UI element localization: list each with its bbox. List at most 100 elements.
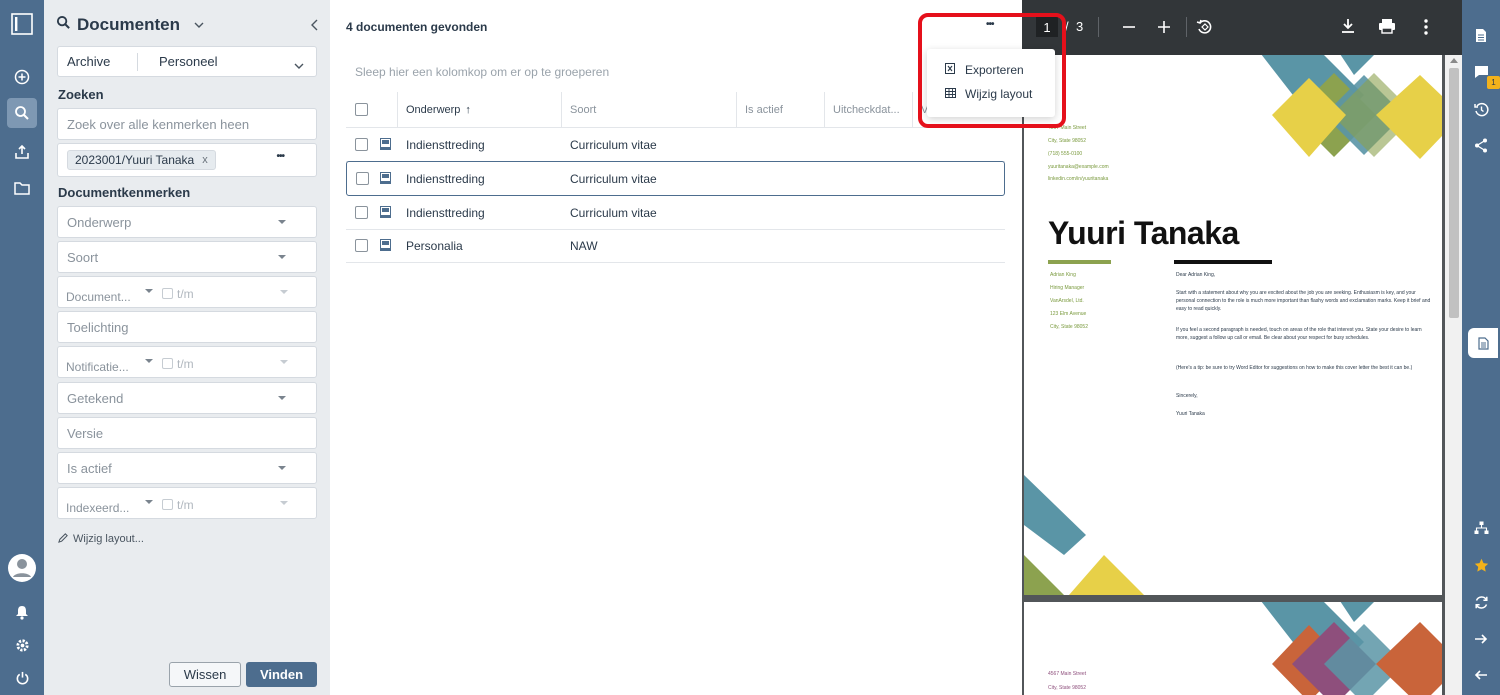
scrollbar-thumb[interactable]: [1449, 68, 1459, 318]
page-total: 3: [1076, 19, 1084, 34]
column-header-soort[interactable]: Soort: [570, 92, 596, 128]
onderwerp-placeholder: Onderwerp: [67, 214, 132, 230]
column-separator: [824, 92, 825, 128]
highlight-annotation: [918, 13, 1066, 128]
archive-chevron-icon: [294, 58, 304, 73]
history-icon[interactable]: [1471, 99, 1491, 119]
preview-tab-icon[interactable]: [1468, 328, 1498, 358]
address-line: linkedin.com/in/yuuritanaka: [1048, 176, 1109, 182]
bell-icon[interactable]: [7, 597, 37, 627]
search-icon[interactable]: [7, 98, 37, 128]
table-row[interactable]: Indiensttreding Curriculum vitae: [346, 196, 1005, 230]
table-row-selected[interactable]: Indiensttreding Curriculum vitae: [346, 161, 1005, 196]
refresh-icon[interactable]: [1471, 592, 1491, 612]
column-header-uitcheckdatum[interactable]: Uitcheckdat...: [833, 92, 900, 128]
notificatie-date-range[interactable]: Notificatie... t/m: [57, 346, 317, 378]
document-date-range[interactable]: Document... t/m: [57, 276, 317, 308]
recipient-line: 123 Elm Avenue: [1050, 311, 1087, 317]
page-decoration: [1261, 602, 1442, 695]
letter-paragraph: If you feel a second paragraph is needed…: [1176, 327, 1422, 341]
document-icon[interactable]: [1471, 25, 1491, 45]
caret-down-icon: [280, 360, 288, 364]
clear-button[interactable]: Wissen: [169, 662, 241, 687]
toelichting-input[interactable]: Toelichting: [57, 311, 317, 343]
search-input[interactable]: Zoek over alle kenmerken heen: [57, 108, 317, 140]
archive-label: Archive: [67, 54, 111, 69]
row-checkbox[interactable]: [355, 239, 368, 252]
share-icon[interactable]: [1471, 135, 1491, 155]
viewer-more-icon[interactable]: [1424, 19, 1428, 40]
find-button[interactable]: Vinden: [246, 662, 317, 687]
rotate-icon[interactable]: [1196, 18, 1214, 41]
documents-search-icon: [56, 15, 71, 35]
power-icon[interactable]: [7, 663, 37, 693]
archive-divider: [137, 53, 138, 71]
toolbar-divider: [1098, 17, 1099, 37]
soort-select[interactable]: Soort: [57, 241, 317, 273]
cell-soort: Curriculum vitae: [570, 138, 657, 152]
viewer-scrollbar[interactable]: [1445, 55, 1462, 695]
cell-onderwerp: Indiensttreding: [406, 138, 485, 152]
table-row[interactable]: Indiensttreding Curriculum vitae: [346, 128, 1005, 162]
row-checkbox[interactable]: [356, 172, 369, 185]
search-token: 2023001/Yuuri Tanaka x: [67, 150, 216, 170]
getekend-placeholder: Getekend: [67, 390, 124, 406]
add-icon[interactable]: [7, 62, 37, 92]
range-tm-label: t/m: [177, 287, 194, 301]
getekend-select[interactable]: Getekend: [57, 382, 317, 414]
indexeerd-date-range[interactable]: Indexeerd... t/m: [57, 487, 317, 519]
avatar[interactable]: [6, 552, 38, 584]
zoom-in-icon[interactable]: [1157, 20, 1171, 39]
caret-down-icon: [145, 359, 153, 363]
row-checkbox[interactable]: [355, 138, 368, 151]
token-remove-icon[interactable]: x: [202, 154, 208, 166]
folder-icon[interactable]: [7, 173, 37, 203]
accent-bar: [1174, 260, 1272, 264]
letter-paragraph: Start with a statement about why you are…: [1176, 290, 1431, 312]
toolbar-divider: [1186, 17, 1187, 37]
download-icon[interactable]: [1340, 18, 1356, 39]
recipient-line: City, State 98052: [1050, 324, 1088, 330]
resume-name: Yuuri Tanaka: [1048, 215, 1239, 251]
archive-select[interactable]: Archive Personeel: [57, 46, 317, 77]
pdf-page-2: 4567 Main Street City, State 98052: [1024, 602, 1442, 695]
search-tokens-field[interactable]: 2023001/Yuuri Tanaka x •••: [57, 143, 317, 177]
caret-down-icon: [278, 396, 286, 400]
column-header-onderwerp[interactable]: Onderwerp ↑: [406, 92, 471, 128]
collapse-panel-icon[interactable]: [310, 18, 318, 36]
workflow-icon[interactable]: [1471, 518, 1491, 538]
arrow-right-icon[interactable]: [1471, 629, 1491, 649]
comment-badge: 1: [1487, 76, 1500, 89]
chevron-down-icon[interactable]: [194, 16, 204, 34]
edit-layout-link[interactable]: Wijzig layout...: [58, 532, 144, 546]
caret-down-icon: [280, 290, 288, 294]
upload-icon[interactable]: [7, 137, 37, 167]
print-icon[interactable]: [1378, 18, 1396, 39]
document-icon: [380, 205, 391, 223]
select-all-checkbox[interactable]: [355, 103, 368, 116]
arrow-left-icon[interactable]: [1471, 665, 1491, 685]
soort-placeholder: Soort: [67, 249, 99, 265]
caret-down-icon: [278, 220, 286, 224]
onderwerp-select[interactable]: Onderwerp: [57, 206, 317, 238]
cell-onderwerp: Indiensttreding: [406, 172, 485, 186]
range-checkbox[interactable]: [162, 499, 173, 510]
gear-icon[interactable]: [7, 630, 37, 660]
column-header-is-actief[interactable]: Is actief: [745, 92, 783, 128]
range-checkbox[interactable]: [162, 288, 173, 299]
left-rail: [0, 0, 44, 695]
row-checkbox[interactable]: [355, 206, 368, 219]
zoom-out-icon[interactable]: [1122, 20, 1136, 39]
range-checkbox[interactable]: [162, 358, 173, 369]
archive-value: Personeel: [159, 54, 218, 69]
app-logo-icon[interactable]: [7, 9, 37, 39]
column-separator: [397, 92, 398, 128]
more-options-icon[interactable]: •••: [276, 151, 284, 162]
star-icon[interactable]: [1471, 555, 1491, 575]
pdf-page-1: 4567 Main Street City, State 98052 (718)…: [1024, 55, 1442, 595]
column-separator: [561, 92, 562, 128]
table-row[interactable]: Personalia NAW: [346, 229, 1005, 263]
scroll-up-icon[interactable]: [1450, 58, 1458, 63]
versie-input[interactable]: Versie: [57, 417, 317, 449]
is-actief-select[interactable]: Is actief: [57, 452, 317, 484]
